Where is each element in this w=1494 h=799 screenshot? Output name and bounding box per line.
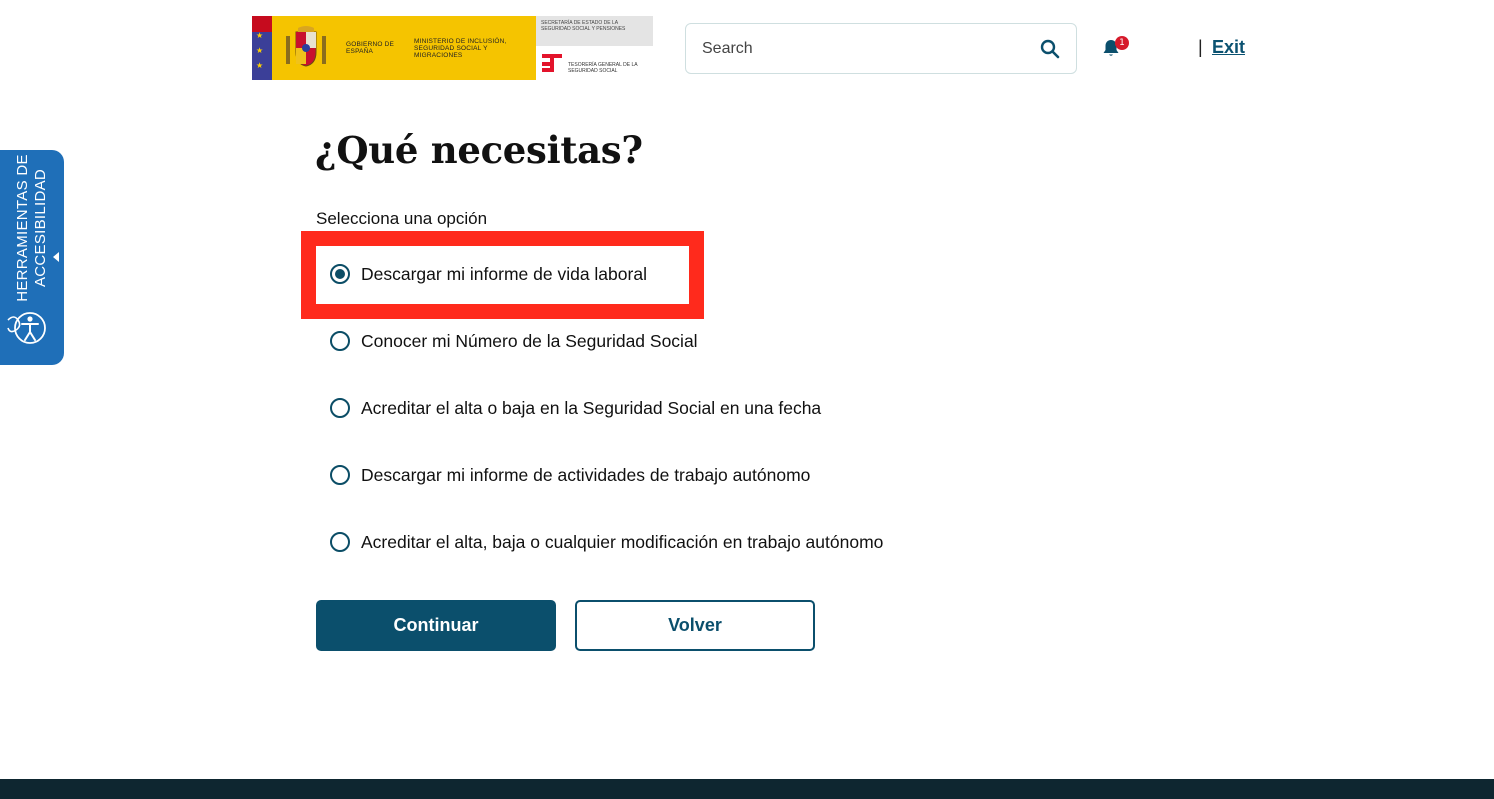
radio-button[interactable] xyxy=(330,331,350,351)
option-label: Acreditar el alta, baja o cualquier modi… xyxy=(361,531,884,552)
radio-button[interactable] xyxy=(330,465,350,485)
ministry-logo-text: MINISTERIO DE INCLUSIÓN, SEGURIDAD SOCIA… xyxy=(414,37,507,59)
search-icon[interactable] xyxy=(1040,39,1060,59)
accessibility-icon xyxy=(7,312,46,344)
gov-logo[interactable]: ★ ★ ★ GOBIERNO DE ESPAÑA MINISTERIO DE INC… xyxy=(252,16,653,80)
option-label: Conocer mi Número de la Seguridad Social xyxy=(361,330,698,351)
continue-button[interactable]: Continuar xyxy=(316,600,556,651)
treasury-text: TESORERÍA GENERAL DE LA SEGURIDAD SOCIAL xyxy=(568,62,638,74)
page-title: ¿Qué necesitas? xyxy=(315,128,643,172)
gov-logo-yellow-band: GOBIERNO DE ESPAÑA MINISTERIO DE INCLUSI… xyxy=(272,16,536,80)
header-separator: | xyxy=(1198,37,1203,57)
option-informe-autonomo[interactable]: Descargar mi informe de actividades de t… xyxy=(316,449,956,501)
secretariat-text: SECRETARÍA DE ESTADO DE LA SEGURIDAD SOC… xyxy=(541,20,626,32)
radio-button[interactable] xyxy=(330,532,350,552)
option-label: Descargar mi informe de actividades de t… xyxy=(361,464,811,485)
option-label: Acreditar el alta o baja en la Seguridad… xyxy=(361,397,822,418)
tgss-logo: SECRETARÍA DE ESTADO DE LA SEGURIDAD SOC… xyxy=(536,16,653,80)
option-numero-seguridad-social[interactable]: Conocer mi Número de la Seguridad Social xyxy=(316,315,956,367)
option-modificacion-autonomo[interactable]: Acreditar el alta, baja o cualquier modi… xyxy=(316,516,956,568)
exit-link[interactable]: Exit xyxy=(1212,37,1245,58)
caret-left-icon xyxy=(53,252,59,262)
selection-highlight-box xyxy=(301,231,704,319)
radio-button[interactable] xyxy=(330,398,350,418)
footer-bar xyxy=(0,779,1494,799)
option-acreditar-alta-baja[interactable]: Acreditar el alta o baja en la Seguridad… xyxy=(316,382,956,434)
eu-flag-strip: ★ ★ ★ xyxy=(252,16,272,80)
eu-stars-icon: ★ ★ ★ xyxy=(256,31,264,70)
search-input[interactable] xyxy=(702,39,1040,58)
coat-of-arms-icon xyxy=(286,26,326,67)
search-field[interactable] xyxy=(685,23,1077,74)
options-prompt: Selecciona una opción xyxy=(316,209,488,228)
tgss-mark-icon xyxy=(542,54,562,72)
gov-logo-text: GOBIERNO DE ESPAÑA xyxy=(346,41,395,55)
tgss-logo-area: TESORERÍA GENERAL DE LA SEGURIDAD SOCIAL xyxy=(536,46,653,80)
back-button[interactable]: Volver xyxy=(575,600,815,651)
accessibility-label-line1: HERRAMIENTAS DE xyxy=(14,154,31,302)
accessibility-label-line2: ACCESIBILIDAD xyxy=(32,168,49,288)
accessibility-tab-label: HERRAMIENTAS DE ACCESIBILIDAD xyxy=(14,154,50,302)
notification-count-badge: 1 xyxy=(1115,36,1129,50)
